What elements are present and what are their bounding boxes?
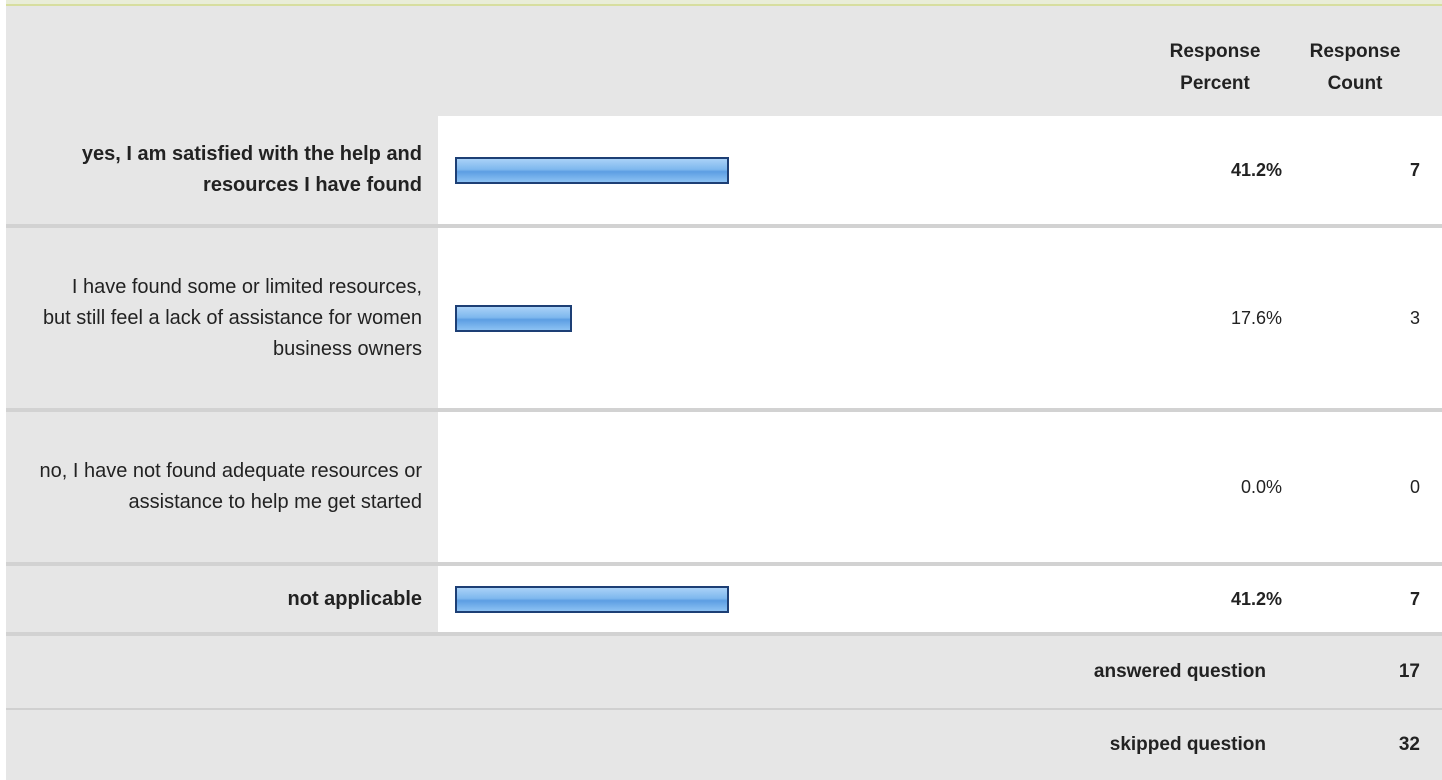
answered-question-value: 17 xyxy=(1398,661,1420,682)
response-count-value: 7 xyxy=(1409,159,1420,180)
answered-question-label: answered question xyxy=(1093,661,1266,682)
response-bar xyxy=(455,585,729,613)
response-percent-header: Response Percent xyxy=(1169,41,1261,94)
answer-label: yes, I am satisfied with the help and re… xyxy=(6,116,438,224)
bar-cell xyxy=(438,566,1158,632)
response-count-value: 7 xyxy=(1409,588,1420,609)
answered-question-row: answered question 17 xyxy=(6,636,1442,710)
bar-cell xyxy=(438,116,1158,224)
bar-cell xyxy=(438,228,1158,408)
survey-results-table: Response Percent Response Count yes, I a… xyxy=(6,0,1442,780)
bar-cell xyxy=(438,412,1158,562)
response-count-value: 3 xyxy=(1409,307,1420,328)
answer-row: yes, I am satisfied with the help and re… xyxy=(6,116,1442,228)
response-count-value: 0 xyxy=(1409,476,1420,497)
answer-label-text: yes, I am satisfied with the help and re… xyxy=(81,143,422,196)
response-percent-value: 0.0% xyxy=(1240,476,1282,497)
answer-label: I have found some or limited resources, … xyxy=(6,228,438,408)
skipped-question-row: skipped question 32 xyxy=(6,710,1442,780)
answer-label: no, I have not found adequate resources … xyxy=(6,412,438,562)
response-percent-value: 41.2% xyxy=(1230,588,1282,609)
answer-label-text: not applicable xyxy=(287,587,422,610)
answer-row: I have found some or limited resources, … xyxy=(6,228,1442,412)
response-percent-value: 41.2% xyxy=(1230,159,1282,180)
response-bar xyxy=(455,156,729,184)
response-count-header: Response Count xyxy=(1309,41,1401,94)
skipped-question-label: skipped question xyxy=(1109,734,1266,755)
answer-row: no, I have not found adequate resources … xyxy=(6,412,1442,566)
answer-label-text: I have found some or limited resources, … xyxy=(42,275,422,360)
response-percent-value: 17.6% xyxy=(1230,307,1282,328)
answer-row: not applicable 41.2% 7 xyxy=(6,566,1442,636)
response-bar xyxy=(455,304,572,332)
header-row: Response Percent Response Count xyxy=(6,6,1442,116)
answer-label: not applicable xyxy=(6,566,438,632)
answer-label-text: no, I have not found adequate resources … xyxy=(39,460,423,513)
skipped-question-value: 32 xyxy=(1398,734,1420,755)
